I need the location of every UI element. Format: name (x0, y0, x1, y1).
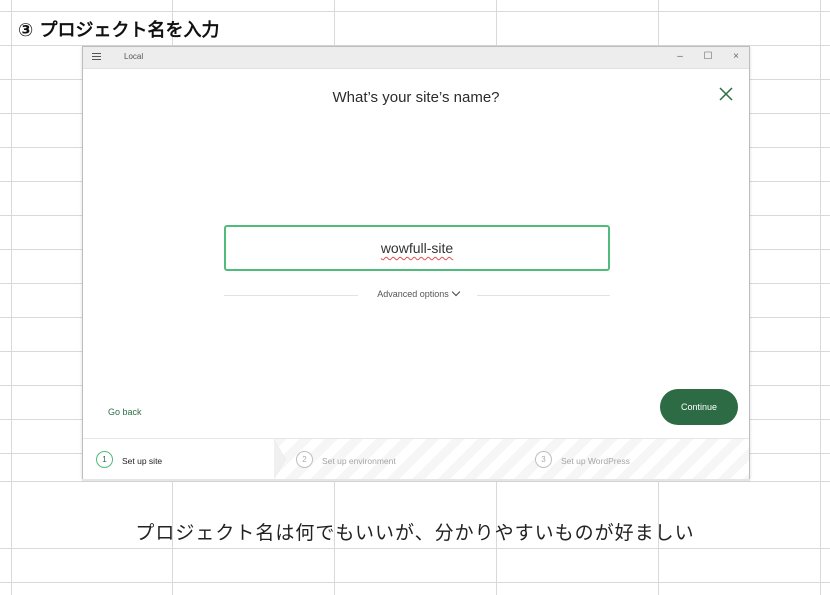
divider (224, 295, 358, 296)
minimize-button[interactable]: – (673, 50, 687, 64)
site-name-input[interactable]: wowfull-site (224, 225, 610, 271)
step-label-3: Set up WordPress (561, 456, 630, 466)
step-heading: ③ プロジェクト名を入力 (18, 20, 220, 41)
caption-text: プロジェクト名は何でもいいが、分かりやすいものが好ましい (135, 522, 695, 544)
grid-line (0, 11, 830, 12)
continue-button[interactable]: Continue (660, 389, 738, 425)
setup-stepper: 1 Set up site 2 Set up environment 3 Set… (83, 438, 749, 480)
title-bar: Local – ☐ × (83, 47, 749, 69)
grid-line (0, 548, 830, 549)
site-name-value: wowfull-site (380, 240, 454, 256)
step-number-1: 1 (96, 451, 113, 468)
window-bottom-edge (82, 479, 750, 481)
local-app-window: Local – ☐ × What’s your site’s name? wow… (82, 46, 750, 480)
advanced-options-label: Advanced options (377, 289, 449, 299)
go-back-link[interactable]: Go back (108, 407, 142, 417)
hamburger-menu-icon[interactable] (92, 53, 101, 61)
maximize-button[interactable]: ☐ (701, 50, 715, 64)
dialog-title: What’s your site’s name? (332, 89, 500, 106)
close-icon[interactable] (717, 85, 735, 103)
advanced-options-toggle[interactable]: Advanced options (363, 287, 473, 299)
grid-line (0, 481, 830, 482)
step-number-3: 3 (535, 451, 552, 468)
grid-line (820, 0, 821, 595)
step-label-1: Set up site (122, 456, 163, 466)
grid-line (0, 582, 830, 583)
chevron-down-icon (451, 287, 461, 297)
step-label-2: Set up environment (322, 456, 396, 466)
step-arrow (274, 439, 286, 480)
divider (477, 295, 610, 296)
grid-line (11, 0, 12, 595)
app-title: Local (124, 52, 144, 61)
step-number-2: 2 (296, 451, 313, 468)
window-close-button[interactable]: × (729, 50, 743, 64)
